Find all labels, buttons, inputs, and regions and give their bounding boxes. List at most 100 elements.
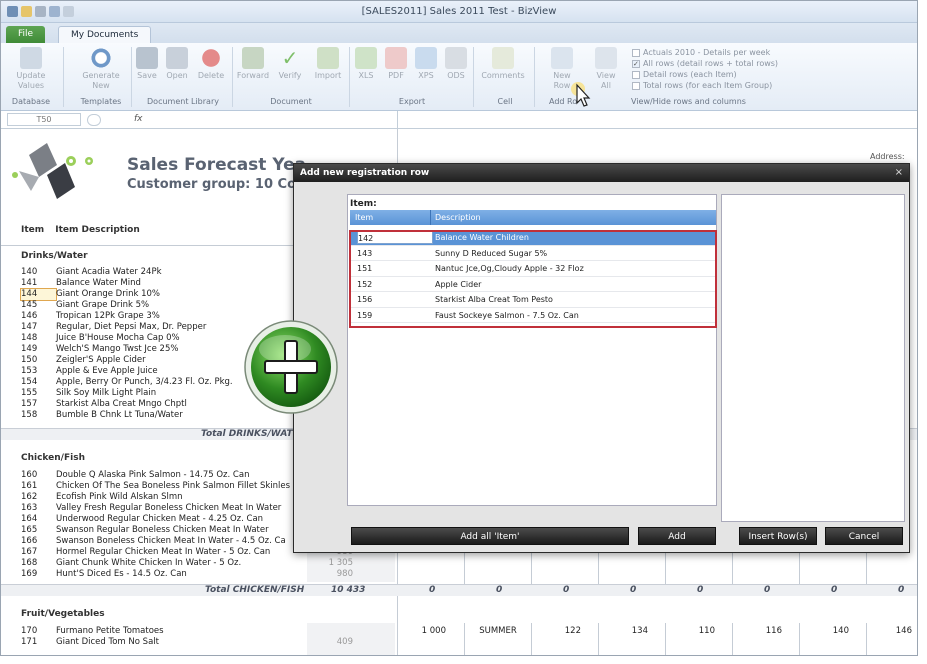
table-row[interactable]: 155 Silk Soy Milk Light Plain xyxy=(21,388,156,399)
table-row[interactable]: 165 Swanson Regular Boneless Chicken Meat… xyxy=(21,525,269,536)
export-xps-button[interactable]: XPS xyxy=(415,47,437,81)
checkbox[interactable] xyxy=(632,48,640,57)
option-detail-rows[interactable]: Detail rows (each Item) xyxy=(632,70,737,79)
export-xls-button[interactable]: XLS xyxy=(355,47,377,81)
table-row[interactable]: 168 Giant Chunk White Chicken In Water - … xyxy=(21,558,241,569)
generate-new-button[interactable]: Generate New xyxy=(77,47,125,91)
view-all-button[interactable]: View All xyxy=(591,47,621,91)
comments-button[interactable]: Comments xyxy=(479,47,527,81)
separator xyxy=(534,47,535,107)
table-row[interactable]: 170 Furmano Petite Tomatoes xyxy=(21,626,164,637)
refresh-icon xyxy=(90,47,112,69)
formula-cancel-icon[interactable] xyxy=(87,114,101,126)
separator xyxy=(131,47,132,107)
xps-icon xyxy=(415,47,437,69)
window-title: [SALES2011] Sales 2011 Test - BizView xyxy=(361,6,557,17)
cell-value[interactable]: 110 xyxy=(670,626,715,637)
table-row[interactable]: 160 Double Q Alaska Pink Salmon - 14.75 O… xyxy=(21,470,249,481)
ribbon: Update Values Generate New Save Open Del… xyxy=(1,43,917,111)
column-header-description[interactable]: Description xyxy=(435,210,481,225)
table-row[interactable]: 164 Underwood Regular Chicken Meat - 4.25… xyxy=(21,514,263,525)
import-button[interactable]: Import xyxy=(311,47,345,81)
option-all-rows[interactable]: ✓ All rows (detail rows + total rows) xyxy=(632,59,778,68)
table-row[interactable]: 150 Zeigler'S Apple Cider xyxy=(21,355,146,366)
section-fruit-vegetables: Fruit/Vegetables xyxy=(21,609,105,619)
forward-button[interactable]: Forward xyxy=(235,47,271,81)
table-row[interactable]: 144 Giant Orange Drink 10% xyxy=(20,288,160,301)
table-row[interactable]: 161 Chicken Of The Sea Boneless Pink Salm… xyxy=(21,481,290,492)
separator xyxy=(232,47,233,107)
table-row[interactable]: 157 Starkist Alba Creat Mngo Chptl xyxy=(21,399,187,410)
export-ods-button[interactable]: ODS xyxy=(445,47,467,81)
table-row[interactable]: 146 Tropican 12Pk Grape 3% xyxy=(21,311,160,322)
table-row[interactable]: 145 Giant Grape Drink 5% xyxy=(21,300,149,311)
add-plus-icon xyxy=(244,320,338,414)
xls-icon xyxy=(355,47,377,69)
verify-button[interactable]: ✓ Verify xyxy=(275,47,305,81)
checkbox[interactable] xyxy=(632,70,640,79)
cancel-button[interactable]: Cancel xyxy=(825,527,903,545)
option-total-rows[interactable]: Total rows (for each Item Group) xyxy=(632,81,772,90)
open-document-icon xyxy=(166,47,188,69)
cell-value[interactable]: 146 xyxy=(867,626,912,637)
add-button[interactable]: Add xyxy=(638,527,716,545)
delete-button[interactable]: Delete xyxy=(194,47,228,81)
table-row[interactable]: 148 Juice B'House Mocha Cap 0% xyxy=(21,333,180,344)
checkbox[interactable]: ✓ xyxy=(632,59,640,68)
group-database: Database xyxy=(11,97,51,106)
table-row[interactable]: 162 Ecofish Pink Wild Alskan Slmn xyxy=(21,492,183,503)
checkmark-icon: ✓ xyxy=(281,46,299,70)
fx-icon[interactable]: fx xyxy=(134,114,143,124)
separator xyxy=(63,47,64,107)
comment-icon xyxy=(492,47,514,69)
cell-reference-box[interactable]: T50 xyxy=(7,113,81,126)
company-logo-icon xyxy=(12,143,93,199)
selected-items-pane[interactable] xyxy=(721,194,905,522)
item-label: Item: xyxy=(350,199,377,209)
title-bar: [SALES2011] Sales 2011 Test - BizView xyxy=(1,1,917,23)
table-row[interactable]: 163 Valley Fresh Regular Boneless Chicken… xyxy=(21,503,281,514)
table-row[interactable]: 166 Swanson Boneless Chicken Meat In Wate… xyxy=(21,536,286,547)
option-actuals-2010[interactable]: Actuals 2010 - Details per week xyxy=(632,48,770,57)
cell-value[interactable]: 1 000 xyxy=(401,626,446,637)
cell-value[interactable]: 134 xyxy=(603,626,648,637)
table-row[interactable]: 167 Hormel Regular Chicken Meat In Water … xyxy=(21,547,270,558)
open-button[interactable]: Open xyxy=(164,47,190,81)
group-document: Document xyxy=(270,97,312,106)
table-row[interactable]: 141 Balance Water Mind xyxy=(21,278,141,289)
column-header-item[interactable]: Item xyxy=(355,210,373,225)
cell-value[interactable]: 1 305 xyxy=(307,558,353,569)
grid-line xyxy=(464,623,465,655)
cell-value[interactable]: SUMMER xyxy=(469,626,527,637)
cell-value[interactable]: 116 xyxy=(737,626,782,637)
cell-value[interactable]: 409 xyxy=(307,637,353,648)
section-chicken-fish: Chicken/Fish xyxy=(21,453,85,463)
checkbox[interactable] xyxy=(632,81,640,90)
add-all-item-button[interactable]: Add all 'Item' xyxy=(351,527,629,545)
pdf-icon xyxy=(385,47,407,69)
tab-my-documents[interactable]: My Documents xyxy=(58,26,152,43)
section-drinks-water: Drinks/Water xyxy=(21,251,88,261)
table-row[interactable]: 149 Welch'S Mango Twst Jce 25% xyxy=(21,344,178,355)
table-row[interactable]: 154 Apple, Berry Or Punch, 3/4.23 Fl. Oz.… xyxy=(21,377,233,388)
table-row[interactable]: 153 Apple & Eve Apple Juice xyxy=(21,366,158,377)
save-button[interactable]: Save xyxy=(134,47,160,81)
column-divider xyxy=(430,210,431,225)
table-row[interactable]: 169 Hunt'S Diced Es - 14.5 Oz. Can xyxy=(21,569,187,580)
export-pdf-button[interactable]: PDF xyxy=(385,47,407,81)
table-row[interactable]: 171 Giant Diced Tom No Salt xyxy=(21,637,159,648)
address-label: Address: xyxy=(870,152,905,161)
tab-file[interactable]: File xyxy=(6,26,46,43)
header-item-description: Item Description xyxy=(55,225,140,235)
cell-value[interactable]: 140 xyxy=(804,626,849,637)
cell-value[interactable]: 122 xyxy=(536,626,581,637)
cell-value[interactable]: 980 xyxy=(307,569,353,580)
update-values-button[interactable]: Update Values xyxy=(11,47,51,91)
close-icon[interactable]: × xyxy=(895,164,903,182)
group-cell: Cell xyxy=(497,97,513,106)
table-row[interactable]: 147 Regular, Diet Pepsi Max, Dr. Pepper xyxy=(21,322,206,333)
insert-rows-button[interactable]: Insert Row(s) xyxy=(739,527,817,545)
table-row[interactable]: 140 Giant Acadia Water 24Pk xyxy=(21,267,162,278)
table-row[interactable]: 158 Bumble B Chnk Lt Tuna/Water xyxy=(21,410,183,421)
grid-line xyxy=(598,623,599,655)
